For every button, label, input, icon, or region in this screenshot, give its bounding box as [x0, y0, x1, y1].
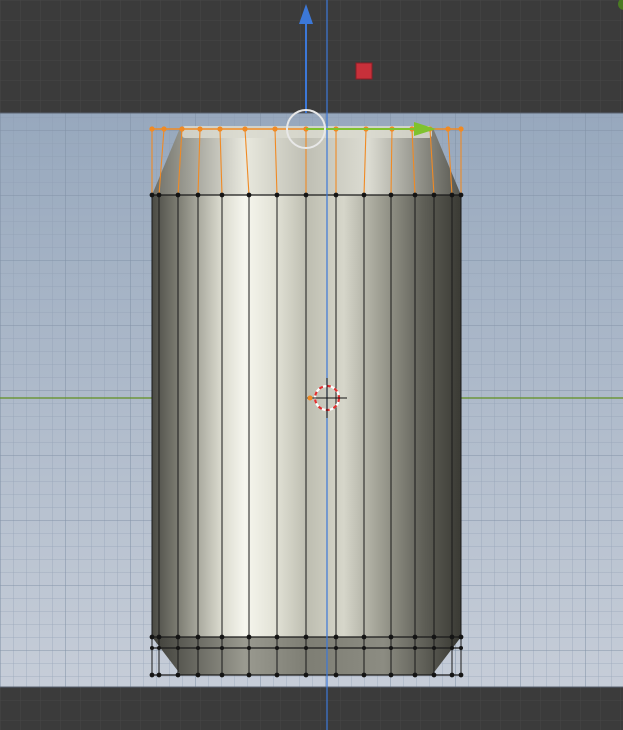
mesh-vertex[interactable]	[196, 646, 200, 650]
mesh-vertex[interactable]	[431, 672, 437, 678]
mesh-vertex[interactable]	[246, 634, 252, 640]
selected-vertex[interactable]	[149, 126, 155, 132]
mesh-vertex[interactable]	[303, 672, 309, 678]
mesh-vertex[interactable]	[175, 634, 181, 640]
mesh-vertex[interactable]	[431, 634, 437, 640]
mesh-vertex[interactable]	[219, 672, 225, 678]
mesh-vertex[interactable]	[388, 634, 394, 640]
mesh-vertex[interactable]	[219, 634, 225, 640]
selected-vertex[interactable]	[242, 126, 248, 132]
mesh-vertex[interactable]	[274, 672, 280, 678]
dark-grid-bottom	[0, 687, 623, 730]
selected-vertex[interactable]	[197, 126, 203, 132]
mesh-vertex[interactable]	[274, 634, 280, 640]
mesh-vertex[interactable]	[274, 192, 280, 198]
mesh-vertex[interactable]	[389, 646, 393, 650]
mesh-vertex[interactable]	[156, 672, 162, 678]
selected-vertex[interactable]	[445, 126, 451, 132]
mesh-vertex[interactable]	[388, 192, 394, 198]
mesh-vertex[interactable]	[246, 672, 252, 678]
mesh-vertex[interactable]	[449, 192, 455, 198]
mesh-vertex[interactable]	[413, 646, 417, 650]
mesh-vertex[interactable]	[412, 672, 418, 678]
mesh-vertex[interactable]	[246, 192, 252, 198]
mesh-vertex[interactable]	[220, 646, 224, 650]
viewport-canvas[interactable]	[0, 0, 623, 730]
mesh-vertex[interactable]	[219, 192, 225, 198]
dark-grid-top	[0, 0, 623, 113]
mesh-vertex[interactable]	[361, 634, 367, 640]
mesh-vertex[interactable]	[388, 672, 394, 678]
mesh-vertex[interactable]	[334, 646, 338, 650]
mesh-vertex[interactable]	[412, 192, 418, 198]
vertical-edges	[151, 195, 462, 675]
mesh-vertex[interactable]	[275, 646, 279, 650]
mesh-vertex[interactable]	[361, 672, 367, 678]
mesh-vertex[interactable]	[449, 634, 455, 640]
mesh-vertex[interactable]	[303, 192, 309, 198]
mesh-vertex[interactable]	[195, 634, 201, 640]
mesh-vertex[interactable]	[431, 192, 437, 198]
mesh-vertex[interactable]	[450, 646, 454, 650]
mesh-vertex[interactable]	[361, 192, 367, 198]
mesh-vertex[interactable]	[449, 672, 455, 678]
selected-vertex[interactable]	[179, 126, 185, 132]
mesh-vertex[interactable]	[432, 646, 436, 650]
mesh-vertex[interactable]	[333, 192, 339, 198]
mesh-vertex[interactable]	[304, 646, 308, 650]
mesh-vertex[interactable]	[195, 672, 201, 678]
mesh-vertex[interactable]	[458, 672, 464, 678]
selected-vertex[interactable]	[217, 126, 223, 132]
mesh-vertex[interactable]	[458, 192, 464, 198]
mesh-vertex[interactable]	[157, 646, 161, 650]
mesh-vertex[interactable]	[333, 634, 339, 640]
mesh-vertex[interactable]	[459, 646, 463, 650]
mesh-vertex[interactable]	[175, 192, 181, 198]
mesh-vertex[interactable]	[149, 192, 155, 198]
mesh-vertex[interactable]	[303, 634, 309, 640]
selected-vertex[interactable]	[161, 126, 167, 132]
square-handle-icon[interactable]	[355, 62, 373, 80]
mesh-vertex[interactable]	[333, 672, 339, 678]
mesh-vertex[interactable]	[149, 634, 155, 640]
mesh-vertex[interactable]	[150, 646, 154, 650]
3d-viewport[interactable]	[0, 0, 623, 730]
mesh-vertex[interactable]	[195, 192, 201, 198]
mesh-vertex[interactable]	[156, 634, 162, 640]
mesh-vertex[interactable]	[362, 646, 366, 650]
mesh-vertex[interactable]	[175, 672, 181, 678]
selected-vertex[interactable]	[458, 126, 464, 132]
mesh-vertex[interactable]	[247, 646, 251, 650]
mesh-vertex[interactable]	[149, 672, 155, 678]
mesh-vertex[interactable]	[176, 646, 180, 650]
selected-vertex[interactable]	[272, 126, 278, 132]
mesh-vertex[interactable]	[412, 634, 418, 640]
soda-can-mesh[interactable]	[149, 126, 464, 678]
mesh-vertex[interactable]	[458, 634, 464, 640]
mesh-vertex[interactable]	[156, 192, 162, 198]
